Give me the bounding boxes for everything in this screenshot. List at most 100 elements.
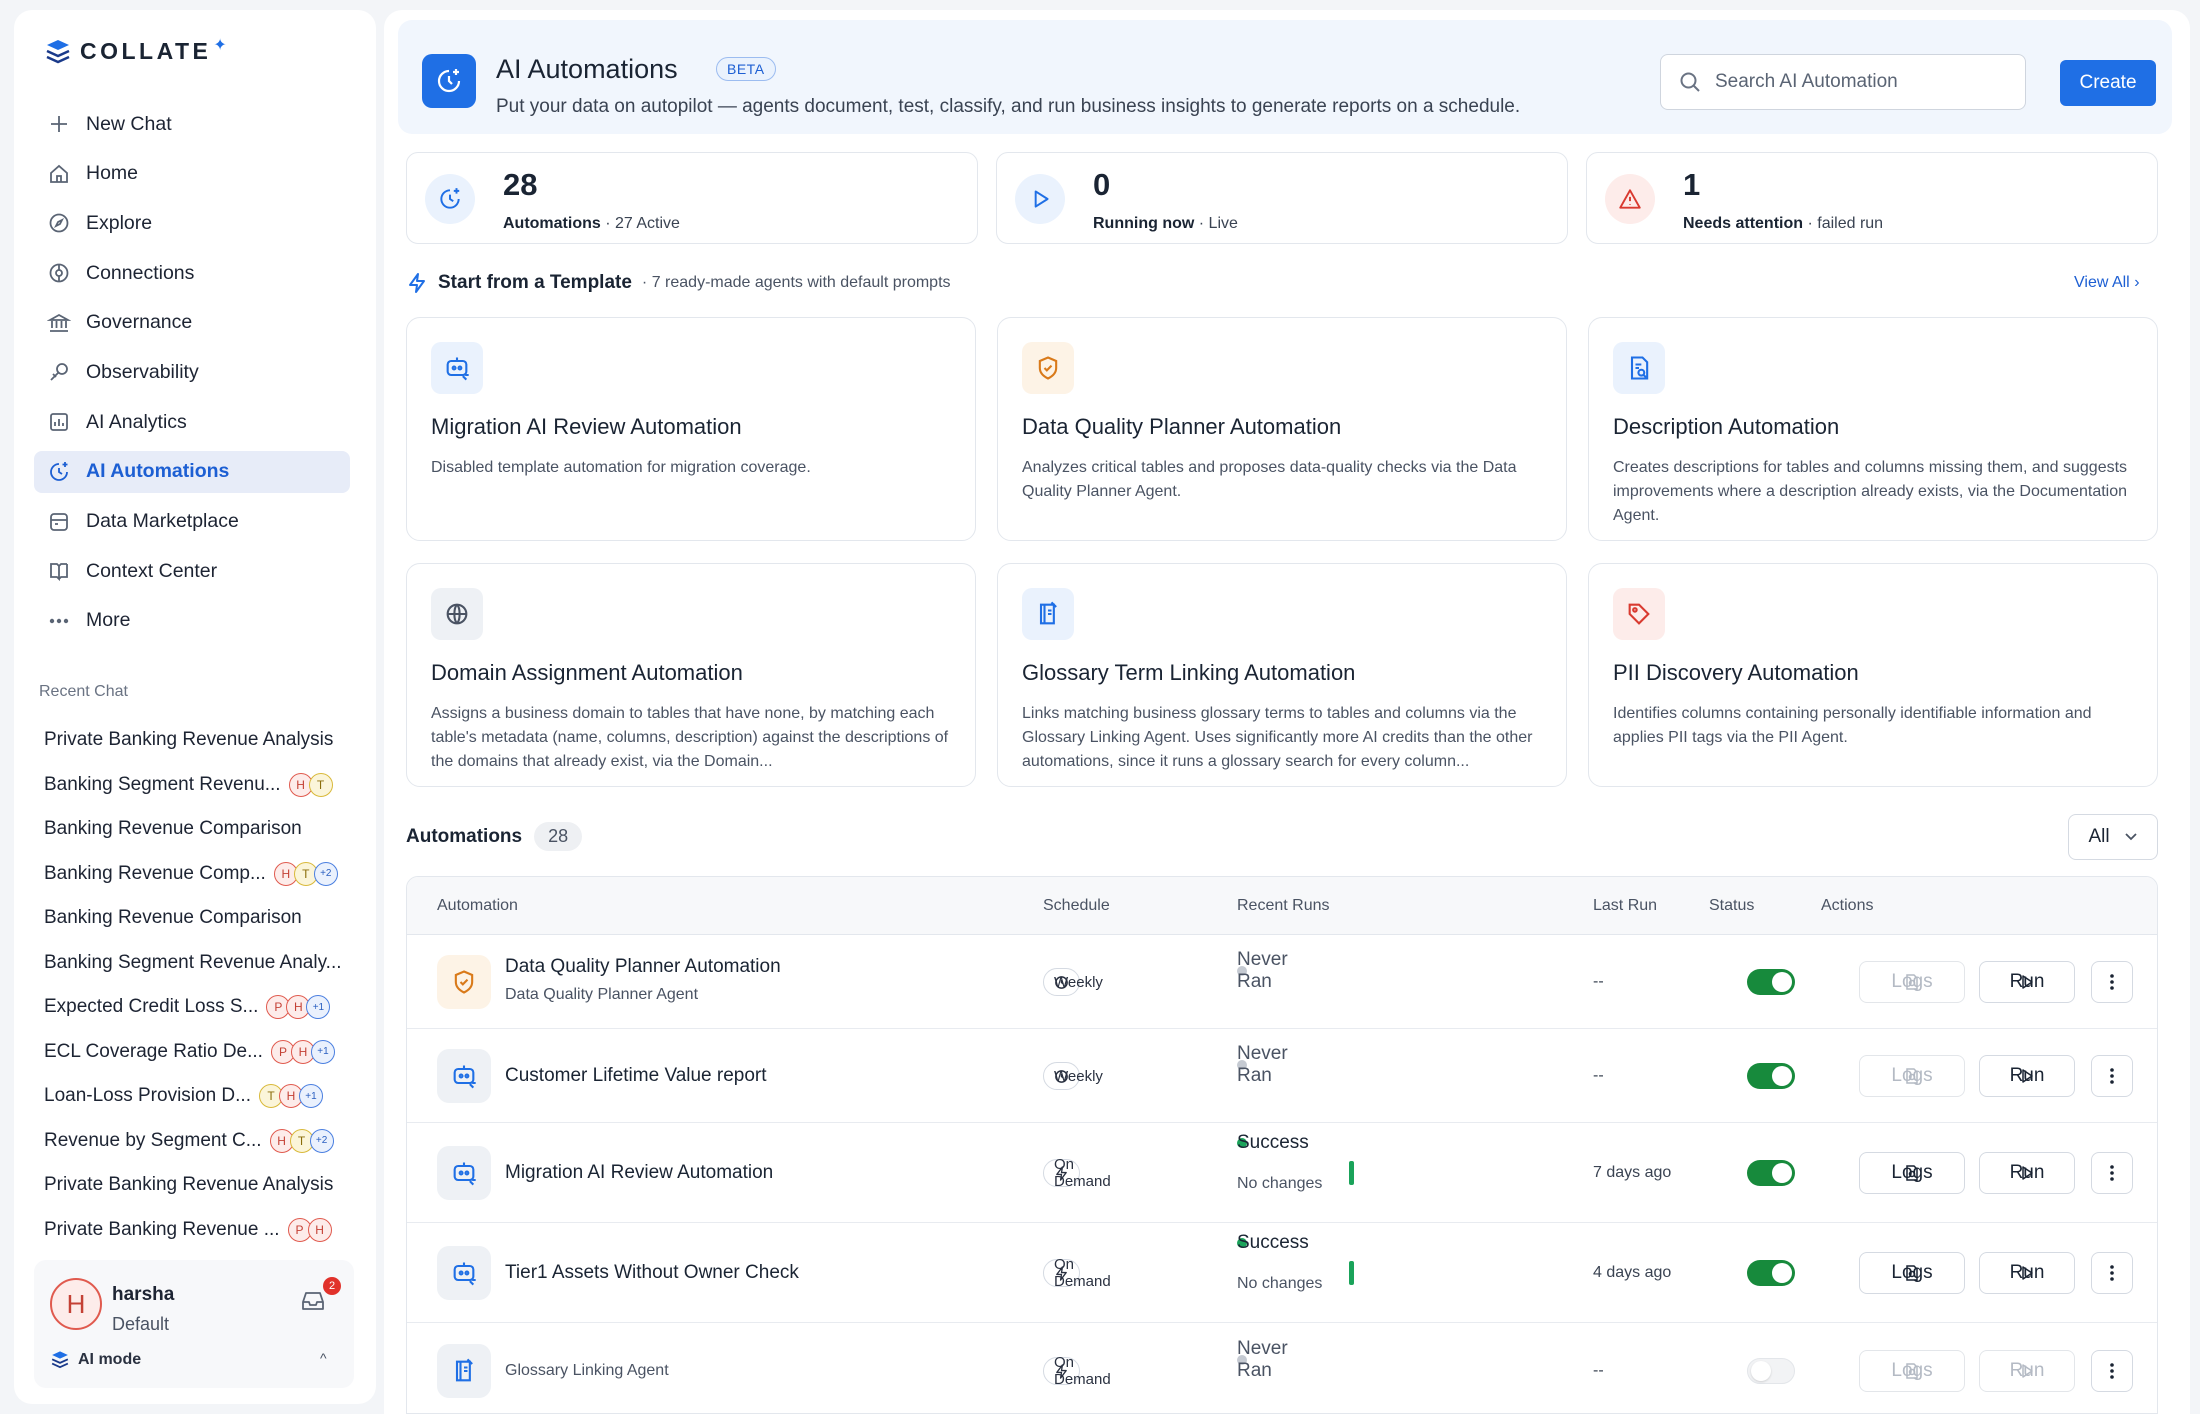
run-button[interactable]: Run — [1979, 1350, 2075, 1392]
automation-icon — [437, 1246, 491, 1300]
stat-label: Running now · Live — [1093, 215, 1238, 233]
run-button[interactable]: Run — [1979, 1055, 2075, 1097]
stat-icon — [1015, 174, 1065, 224]
recent-chat-item[interactable]: ECL Coverage Ratio De... P H +1 — [44, 1030, 364, 1075]
more-actions-button[interactable] — [2091, 1152, 2133, 1194]
recent-chat-list: Private Banking Revenue Analysis Banking … — [44, 718, 364, 1252]
logs-button[interactable]: Logs — [1859, 1152, 1965, 1194]
last-run: -- — [1593, 1362, 1604, 1379]
sidebar-item-ai-automations[interactable]: AI Automations — [34, 450, 350, 493]
main-nav: New Chat Home Explore Connections Governance… — [34, 103, 350, 650]
automation-clock-icon — [422, 54, 476, 108]
more-actions-button[interactable] — [2091, 1252, 2133, 1294]
automation-name[interactable]: Tier1 Assets Without Owner Check — [505, 1262, 799, 1284]
last-run: 7 days ago — [1593, 1164, 1672, 1181]
table-row[interactable]: Migration AI Review Automation On Demand S… — [407, 1123, 2157, 1223]
enabled-toggle[interactable] — [1747, 1160, 1795, 1186]
run-label: Run — [2009, 1065, 2045, 1086]
view-all-link[interactable]: View All › — [2074, 274, 2140, 292]
table-body: Data Quality Planner Automation Data Qual… — [407, 935, 2157, 1413]
stats-row: 28 Automations · 27 Active 0 Running now · … — [406, 152, 2158, 244]
automation-name[interactable]: Data Quality Planner Automation — [505, 956, 781, 978]
sidebar-item-connections[interactable]: Connections — [34, 252, 350, 294]
run-button[interactable]: Run — [1979, 1152, 2075, 1194]
run-label: Run — [2009, 971, 2045, 992]
bot-icon — [453, 1262, 476, 1286]
status-filter-select[interactable]: All — [2068, 814, 2158, 860]
search-input[interactable] — [1715, 71, 1995, 93]
table-row[interactable]: Data Quality Planner Automation Data Qual… — [407, 935, 2157, 1029]
run-history-bar[interactable] — [1349, 1261, 1354, 1285]
run-history-bar[interactable] — [1349, 1161, 1354, 1185]
logs-button[interactable]: Logs — [1859, 1252, 1965, 1294]
logs-button[interactable]: Logs — [1859, 1350, 1965, 1392]
logs-label: Logs — [1891, 1065, 1933, 1086]
recent-chat-item[interactable]: Revenue by Segment C... H T +2 — [44, 1119, 364, 1164]
automation-name[interactable]: Migration AI Review Automation — [505, 1162, 773, 1184]
template-section-title: Start from a Template — [438, 272, 632, 293]
sidebar-item-home[interactable]: Home — [34, 153, 350, 195]
kebab-icon — [2110, 1068, 2114, 1084]
enabled-toggle[interactable] — [1747, 969, 1795, 995]
avatar[interactable]: H — [50, 1278, 102, 1330]
recent-chat-item[interactable]: Loan-Loss Provision D... T H +1 — [44, 1074, 364, 1119]
table-row[interactable]: Tier1 Assets Without Owner Check On Deman… — [407, 1223, 2157, 1323]
recent-chat-item[interactable]: Private Banking Revenue Analysis — [44, 718, 364, 763]
template-card[interactable]: Migration AI Review Automation Disabled t… — [406, 317, 976, 541]
sidebar-item-governance[interactable]: Governance — [34, 302, 350, 344]
sidebar-item-label: Connections — [86, 261, 195, 284]
recent-chat-item[interactable]: Expected Credit Loss S... P H +1 — [44, 985, 364, 1030]
template-card[interactable]: Domain Assignment Automation Assigns a bu… — [406, 563, 976, 787]
table-row[interactable]: Customer Lifetime Value report Weekly Neve… — [407, 1029, 2157, 1123]
sidebar-item-data-marketplace[interactable]: Data Marketplace — [34, 501, 350, 543]
run-status-label: Never Ran — [1237, 949, 1288, 992]
create-button[interactable]: Create — [2060, 60, 2156, 106]
logs-button[interactable]: Logs — [1859, 1055, 1965, 1097]
recent-chat-label: Expected Credit Loss S... — [44, 996, 259, 1018]
more-actions-button[interactable] — [2091, 961, 2133, 1003]
recent-chat-item[interactable]: Private Banking Revenue ... P H — [44, 1208, 364, 1253]
automation-clock-icon — [50, 461, 68, 481]
more-actions-button[interactable] — [2091, 1055, 2133, 1097]
enabled-toggle[interactable] — [1747, 1260, 1795, 1286]
col-recent-runs: Recent Runs — [1237, 897, 1330, 914]
sidebar-item-explore[interactable]: Explore — [34, 202, 350, 244]
template-icon — [431, 342, 483, 394]
sidebar-item-observability[interactable]: Observability — [34, 351, 350, 393]
template-card[interactable]: Glossary Term Linking Automation Links ma… — [997, 563, 1567, 787]
enabled-toggle[interactable] — [1747, 1358, 1795, 1384]
run-status-label: Success — [1237, 1232, 1309, 1253]
template-card[interactable]: Data Quality Planner Automation Analyzes … — [997, 317, 1567, 541]
recent-chat-item[interactable]: Banking Revenue Comparison — [44, 896, 364, 941]
sparkle-icon: ✦ — [213, 36, 227, 54]
automation-name[interactable]: Customer Lifetime Value report — [505, 1065, 767, 1087]
template-card[interactable]: Description Automation Creates descriptio… — [1588, 317, 2158, 541]
recent-chat-item[interactable]: Banking Segment Revenu... H T — [44, 763, 364, 808]
play-icon — [1034, 190, 1049, 208]
template-card[interactable]: PII Discovery Automation Identifies colum… — [1588, 563, 2158, 787]
collate-logo[interactable]: COLLATE ✦ — [44, 36, 227, 65]
recent-chat-item[interactable]: Private Banking Revenue Analysis — [44, 1163, 364, 1208]
run-status-label: Never Ran — [1237, 1043, 1288, 1086]
sidebar-item-new-chat[interactable]: New Chat — [34, 103, 350, 145]
more-actions-button[interactable] — [2091, 1350, 2133, 1392]
chevron-up-icon[interactable]: ^ — [320, 1350, 327, 1366]
kebab-icon — [2110, 1363, 2114, 1379]
enabled-toggle[interactable] — [1747, 1063, 1795, 1089]
run-button[interactable]: Run — [1979, 1252, 2075, 1294]
recent-chat-item[interactable]: Banking Revenue Comp... H T +2 — [44, 852, 364, 897]
recent-chat-item[interactable]: Banking Segment Revenue Analy... — [44, 941, 364, 986]
recent-chat-item[interactable]: Banking Revenue Comparison — [44, 807, 364, 852]
run-button[interactable]: Run — [1979, 961, 2075, 1003]
logs-button[interactable]: Logs — [1859, 961, 1965, 1003]
agent-name: Glossary Linking Agent — [505, 1362, 669, 1379]
col-actions: Actions — [1821, 897, 1874, 914]
sidebar-item-context-center[interactable]: Context Center — [34, 550, 350, 592]
inbox-icon[interactable] — [300, 1290, 326, 1312]
sidebar-item-ai-analytics[interactable]: AI Analytics — [34, 401, 350, 443]
automations-table: Automation Schedule Recent Runs Last Run… — [406, 876, 2158, 1414]
ai-mode-toggle[interactable]: AI mode — [50, 1350, 141, 1370]
table-row[interactable]: Glossary Linking Agent On Demand Never Ran… — [407, 1323, 2157, 1413]
sidebar-item-more[interactable]: More — [34, 600, 350, 642]
schedule-label: On Demand — [1054, 1156, 1111, 1190]
